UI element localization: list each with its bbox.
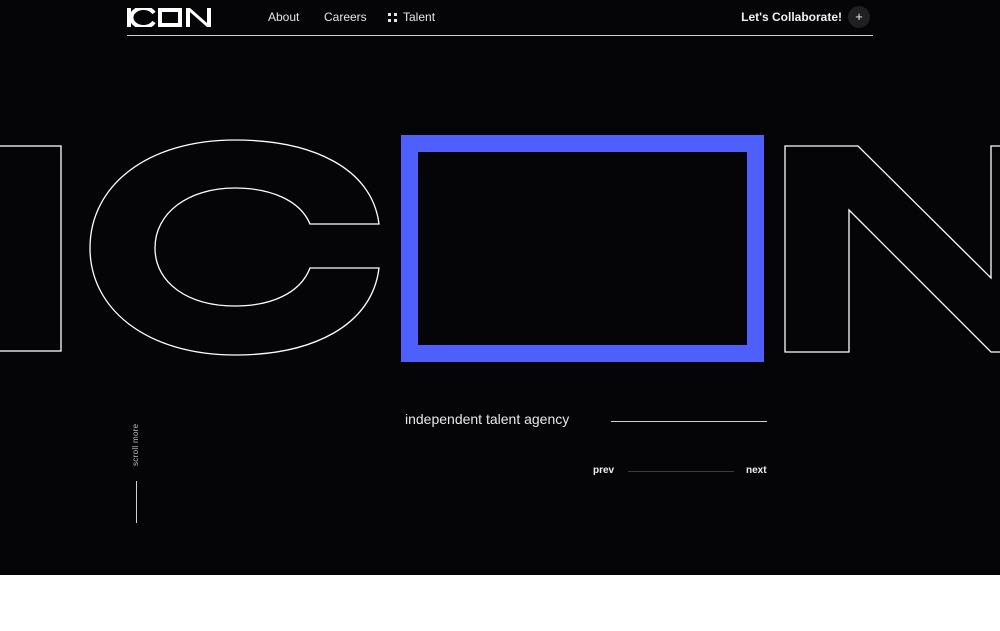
site-header: About Careers Talent Let's Collaborate! …: [127, 0, 873, 36]
nav-talent-link[interactable]: Talent: [388, 10, 435, 24]
letter-c-outline: [89, 139, 380, 356]
nav-careers-link[interactable]: Careers: [324, 10, 367, 24]
grid-dots-icon: [388, 13, 397, 22]
hero-tagline: independent talent agency: [405, 411, 570, 427]
letter-n-outline: [784, 145, 1000, 353]
icon-logo[interactable]: [127, 8, 211, 27]
letter-i-outline: [0, 145, 62, 352]
next-section: [0, 575, 1000, 631]
slider-progress-track: [628, 471, 734, 472]
scroll-more-label: scroll more: [131, 423, 140, 466]
tagline-divider: [611, 421, 767, 422]
next-button[interactable]: next: [746, 465, 767, 477]
letter-o-accent-frame: [401, 135, 764, 362]
hero-section: About Careers Talent Let's Collaborate! …: [0, 0, 1000, 575]
collaborate-link[interactable]: Let's Collaborate!: [741, 10, 842, 24]
prev-button[interactable]: prev: [593, 465, 614, 477]
hero-big-wordmark: [0, 135, 1000, 362]
scroll-indicator-line: [136, 481, 137, 523]
nav-about-link[interactable]: About: [268, 10, 299, 24]
nav-talent-label: Talent: [403, 10, 436, 24]
plus-icon[interactable]: +: [848, 6, 870, 28]
